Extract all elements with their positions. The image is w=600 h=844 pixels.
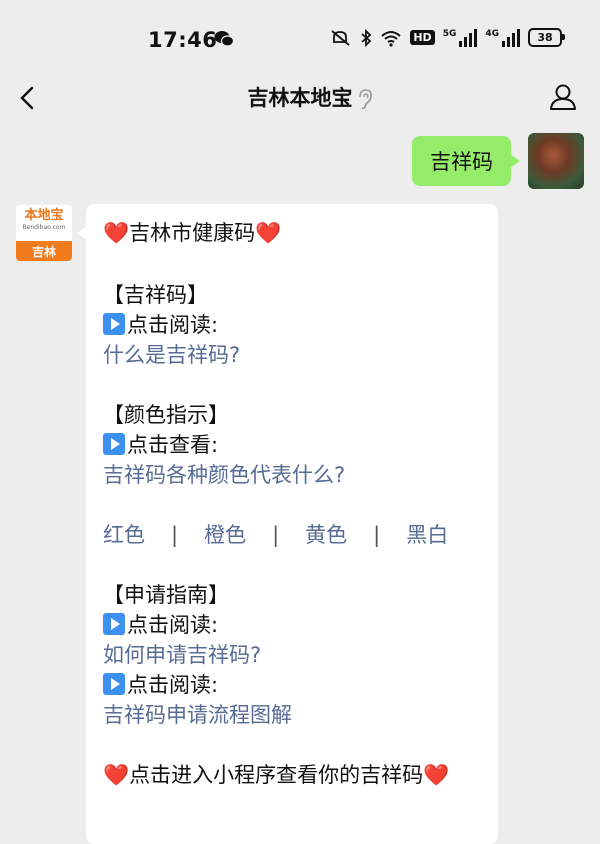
link-apply-flowchart[interactable]: 吉祥码申请流程图解 xyxy=(103,700,292,730)
read-action: 点击阅读: xyxy=(103,610,218,640)
view-action: 点击查看: xyxy=(103,430,218,460)
wifi-icon xyxy=(381,30,402,47)
battery-icon: 38 xyxy=(528,28,565,47)
link-color-orange[interactable]: 橙色 xyxy=(204,523,246,547)
chat-header: 吉林本地宝 xyxy=(0,78,600,118)
outgoing-message-text: 吉祥码 xyxy=(430,150,493,174)
avatar-city: 吉林 xyxy=(16,241,72,261)
signal-5g-icon: 5G xyxy=(443,28,478,47)
link-color-black-white[interactable]: 黑白 xyxy=(406,523,448,547)
play-icon xyxy=(103,313,125,335)
link-color-meaning[interactable]: 吉祥码各种颜色代表什么? xyxy=(103,460,345,490)
outgoing-message[interactable]: 吉祥码 xyxy=(412,136,520,186)
status-bar: 17:46 HD 5G 4G 38 xyxy=(0,0,600,78)
mini-program-prompt[interactable]: ❤️点击进入小程序查看你的吉祥码❤️ xyxy=(103,760,449,790)
status-time: 17:46 xyxy=(148,28,218,52)
link-how-to-apply[interactable]: 如何申请吉祥码? xyxy=(103,640,261,670)
heart-icon: ❤️ xyxy=(255,221,282,245)
play-icon xyxy=(103,673,125,695)
read-action: 点击阅读: xyxy=(103,310,218,340)
section-title-apply-guide: 【申请指南】 xyxy=(103,583,229,607)
hd-badge: HD xyxy=(410,30,435,45)
heart-icon: ❤️ xyxy=(103,763,130,787)
signal-4g-icon: 4G xyxy=(485,28,520,47)
message-heading: ❤️吉林市健康码❤️ xyxy=(103,221,282,245)
section-title-colors: 【颜色指示】 xyxy=(103,403,229,427)
bluetooth-icon xyxy=(361,28,372,47)
ear-icon xyxy=(359,89,372,110)
my-avatar[interactable] xyxy=(528,133,584,189)
profile-icon[interactable] xyxy=(548,82,578,112)
battery-level: 38 xyxy=(537,31,553,44)
official-account-avatar[interactable]: 本地宝 Bendibao.com 吉林 xyxy=(16,205,72,261)
heart-icon: ❤️ xyxy=(103,221,130,245)
incoming-message: ❤️吉林市健康码❤️ 【吉祥码】 点击阅读: 什么是吉祥码? 【颜色指示】 点击… xyxy=(77,204,498,844)
heart-icon: ❤️ xyxy=(423,763,450,787)
status-icons: HD 5G 4G 38 xyxy=(330,28,565,47)
link-color-red[interactable]: 红色 xyxy=(103,523,145,547)
play-icon xyxy=(103,613,125,635)
mute-icon xyxy=(331,29,350,46)
read-action: 点击阅读: xyxy=(103,670,218,700)
avatar-logo: 本地宝 Bendibao.com xyxy=(16,205,72,241)
color-links-row: 红色 | 橙色 | 黄色 | 黑白 xyxy=(103,523,449,547)
section-title-jixiangma: 【吉祥码】 xyxy=(103,283,208,307)
chat-title: 吉林本地宝 xyxy=(247,86,353,110)
link-what-is-jixiangma[interactable]: 什么是吉祥码? xyxy=(103,340,240,370)
wechat-icon xyxy=(214,31,234,47)
link-color-yellow[interactable]: 黄色 xyxy=(305,523,347,547)
play-icon xyxy=(103,433,125,455)
